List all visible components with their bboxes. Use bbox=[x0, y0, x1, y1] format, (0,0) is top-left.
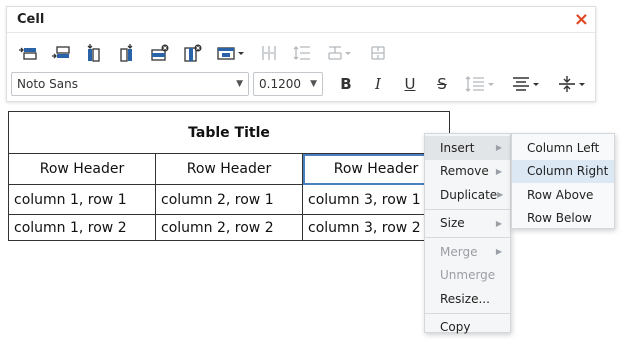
table-row: column 1, row 2 column 2, row 2 column 3… bbox=[8, 214, 450, 241]
menu-divider bbox=[425, 208, 510, 210]
line-spacing-icon[interactable] bbox=[461, 72, 501, 96]
horizontal-align-icon[interactable] bbox=[507, 72, 547, 96]
insert-row-above-icon[interactable] bbox=[15, 41, 41, 65]
table-cell[interactable]: column 2, row 1 bbox=[155, 184, 303, 215]
chevron-right-icon: ▶ bbox=[495, 247, 502, 257]
insert-row-below-icon[interactable] bbox=[48, 41, 74, 65]
table-header-cell[interactable]: Row Header bbox=[8, 153, 156, 185]
font-family-select[interactable]: Noto Sans ▼ bbox=[11, 72, 249, 96]
table-cell[interactable]: column 1, row 2 bbox=[8, 214, 156, 241]
format-toolbar: Noto Sans ▼ 0.1200 ▼ B I U S bbox=[11, 71, 599, 97]
delete-row-icon[interactable] bbox=[147, 41, 173, 65]
chevron-right-icon: ▶ bbox=[495, 143, 502, 153]
menu-item-size[interactable]: Size ▶ bbox=[425, 212, 510, 236]
chevron-right-icon: ▶ bbox=[497, 190, 504, 200]
menu-divider bbox=[425, 312, 510, 314]
distribute-columns-icon[interactable] bbox=[256, 41, 282, 65]
menu-item-copy[interactable]: Copy bbox=[425, 316, 510, 340]
submenu-item-column-right[interactable]: Column Right bbox=[512, 159, 614, 183]
table-cell[interactable]: column 1, row 1 bbox=[8, 184, 156, 215]
strikethrough-button[interactable]: S bbox=[429, 72, 455, 96]
underline-button[interactable]: U bbox=[397, 72, 423, 96]
bold-button[interactable]: B bbox=[333, 72, 359, 96]
menu-divider bbox=[425, 237, 510, 238]
table: Table Title Row Header Row Header Row He… bbox=[8, 111, 450, 241]
table-cell[interactable]: column 2, row 2 bbox=[155, 214, 303, 241]
delete-column-icon[interactable] bbox=[180, 41, 206, 65]
table-options-icon[interactable] bbox=[213, 41, 249, 65]
table-row: column 1, row 1 column 2, row 1 column 3… bbox=[8, 184, 450, 215]
chevron-down-icon: ▼ bbox=[310, 79, 317, 89]
submenu-item-row-below[interactable]: Row Below bbox=[512, 207, 614, 231]
chevron-down-icon: ▼ bbox=[236, 79, 243, 89]
distribute-rows-icon[interactable] bbox=[289, 41, 315, 65]
menu-item-duplicate[interactable]: Duplicate ▶ bbox=[425, 183, 510, 207]
vertical-align-icon[interactable] bbox=[553, 72, 593, 96]
chevron-right-icon: ▶ bbox=[495, 166, 502, 176]
submenu-item-column-left[interactable]: Column Left bbox=[512, 136, 614, 160]
font-family-value: Noto Sans bbox=[17, 77, 79, 91]
cell-panel: Cell × Noto Sans ▼ 0.1200 ▼ B I U S bbox=[6, 6, 596, 102]
panel-title: Cell bbox=[17, 12, 45, 27]
insert-submenu: Column Left Column Right Row Above Row B… bbox=[511, 133, 615, 229]
insert-column-left-icon[interactable] bbox=[81, 41, 107, 65]
merge-cells-icon[interactable] bbox=[322, 41, 358, 65]
table-title[interactable]: Table Title bbox=[8, 111, 450, 154]
menu-item-remove[interactable]: Remove ▶ bbox=[425, 160, 510, 184]
insert-column-right-icon[interactable] bbox=[114, 41, 140, 65]
split-cells-icon[interactable] bbox=[365, 41, 391, 65]
menu-item-resize[interactable]: Resize... bbox=[425, 287, 510, 311]
menu-item-insert[interactable]: Insert ▶ bbox=[425, 136, 510, 160]
table-header-cell[interactable]: Row Header bbox=[155, 153, 303, 185]
close-icon[interactable]: × bbox=[574, 10, 589, 29]
italic-button[interactable]: I bbox=[365, 72, 391, 96]
font-size-select[interactable]: 0.1200 ▼ bbox=[253, 72, 323, 96]
panel-header: Cell × bbox=[7, 7, 595, 33]
context-menu: Insert ▶ Remove ▶ Duplicate ▶ Size ▶ Mer… bbox=[424, 133, 511, 334]
menu-item-merge[interactable]: Merge ▶ bbox=[425, 240, 510, 264]
table-toolbar bbox=[15, 40, 398, 66]
chevron-right-icon: ▶ bbox=[495, 218, 502, 228]
font-size-value: 0.1200 bbox=[259, 77, 301, 91]
menu-item-unmerge[interactable]: Unmerge bbox=[425, 264, 510, 288]
submenu-item-row-above[interactable]: Row Above bbox=[512, 183, 614, 207]
